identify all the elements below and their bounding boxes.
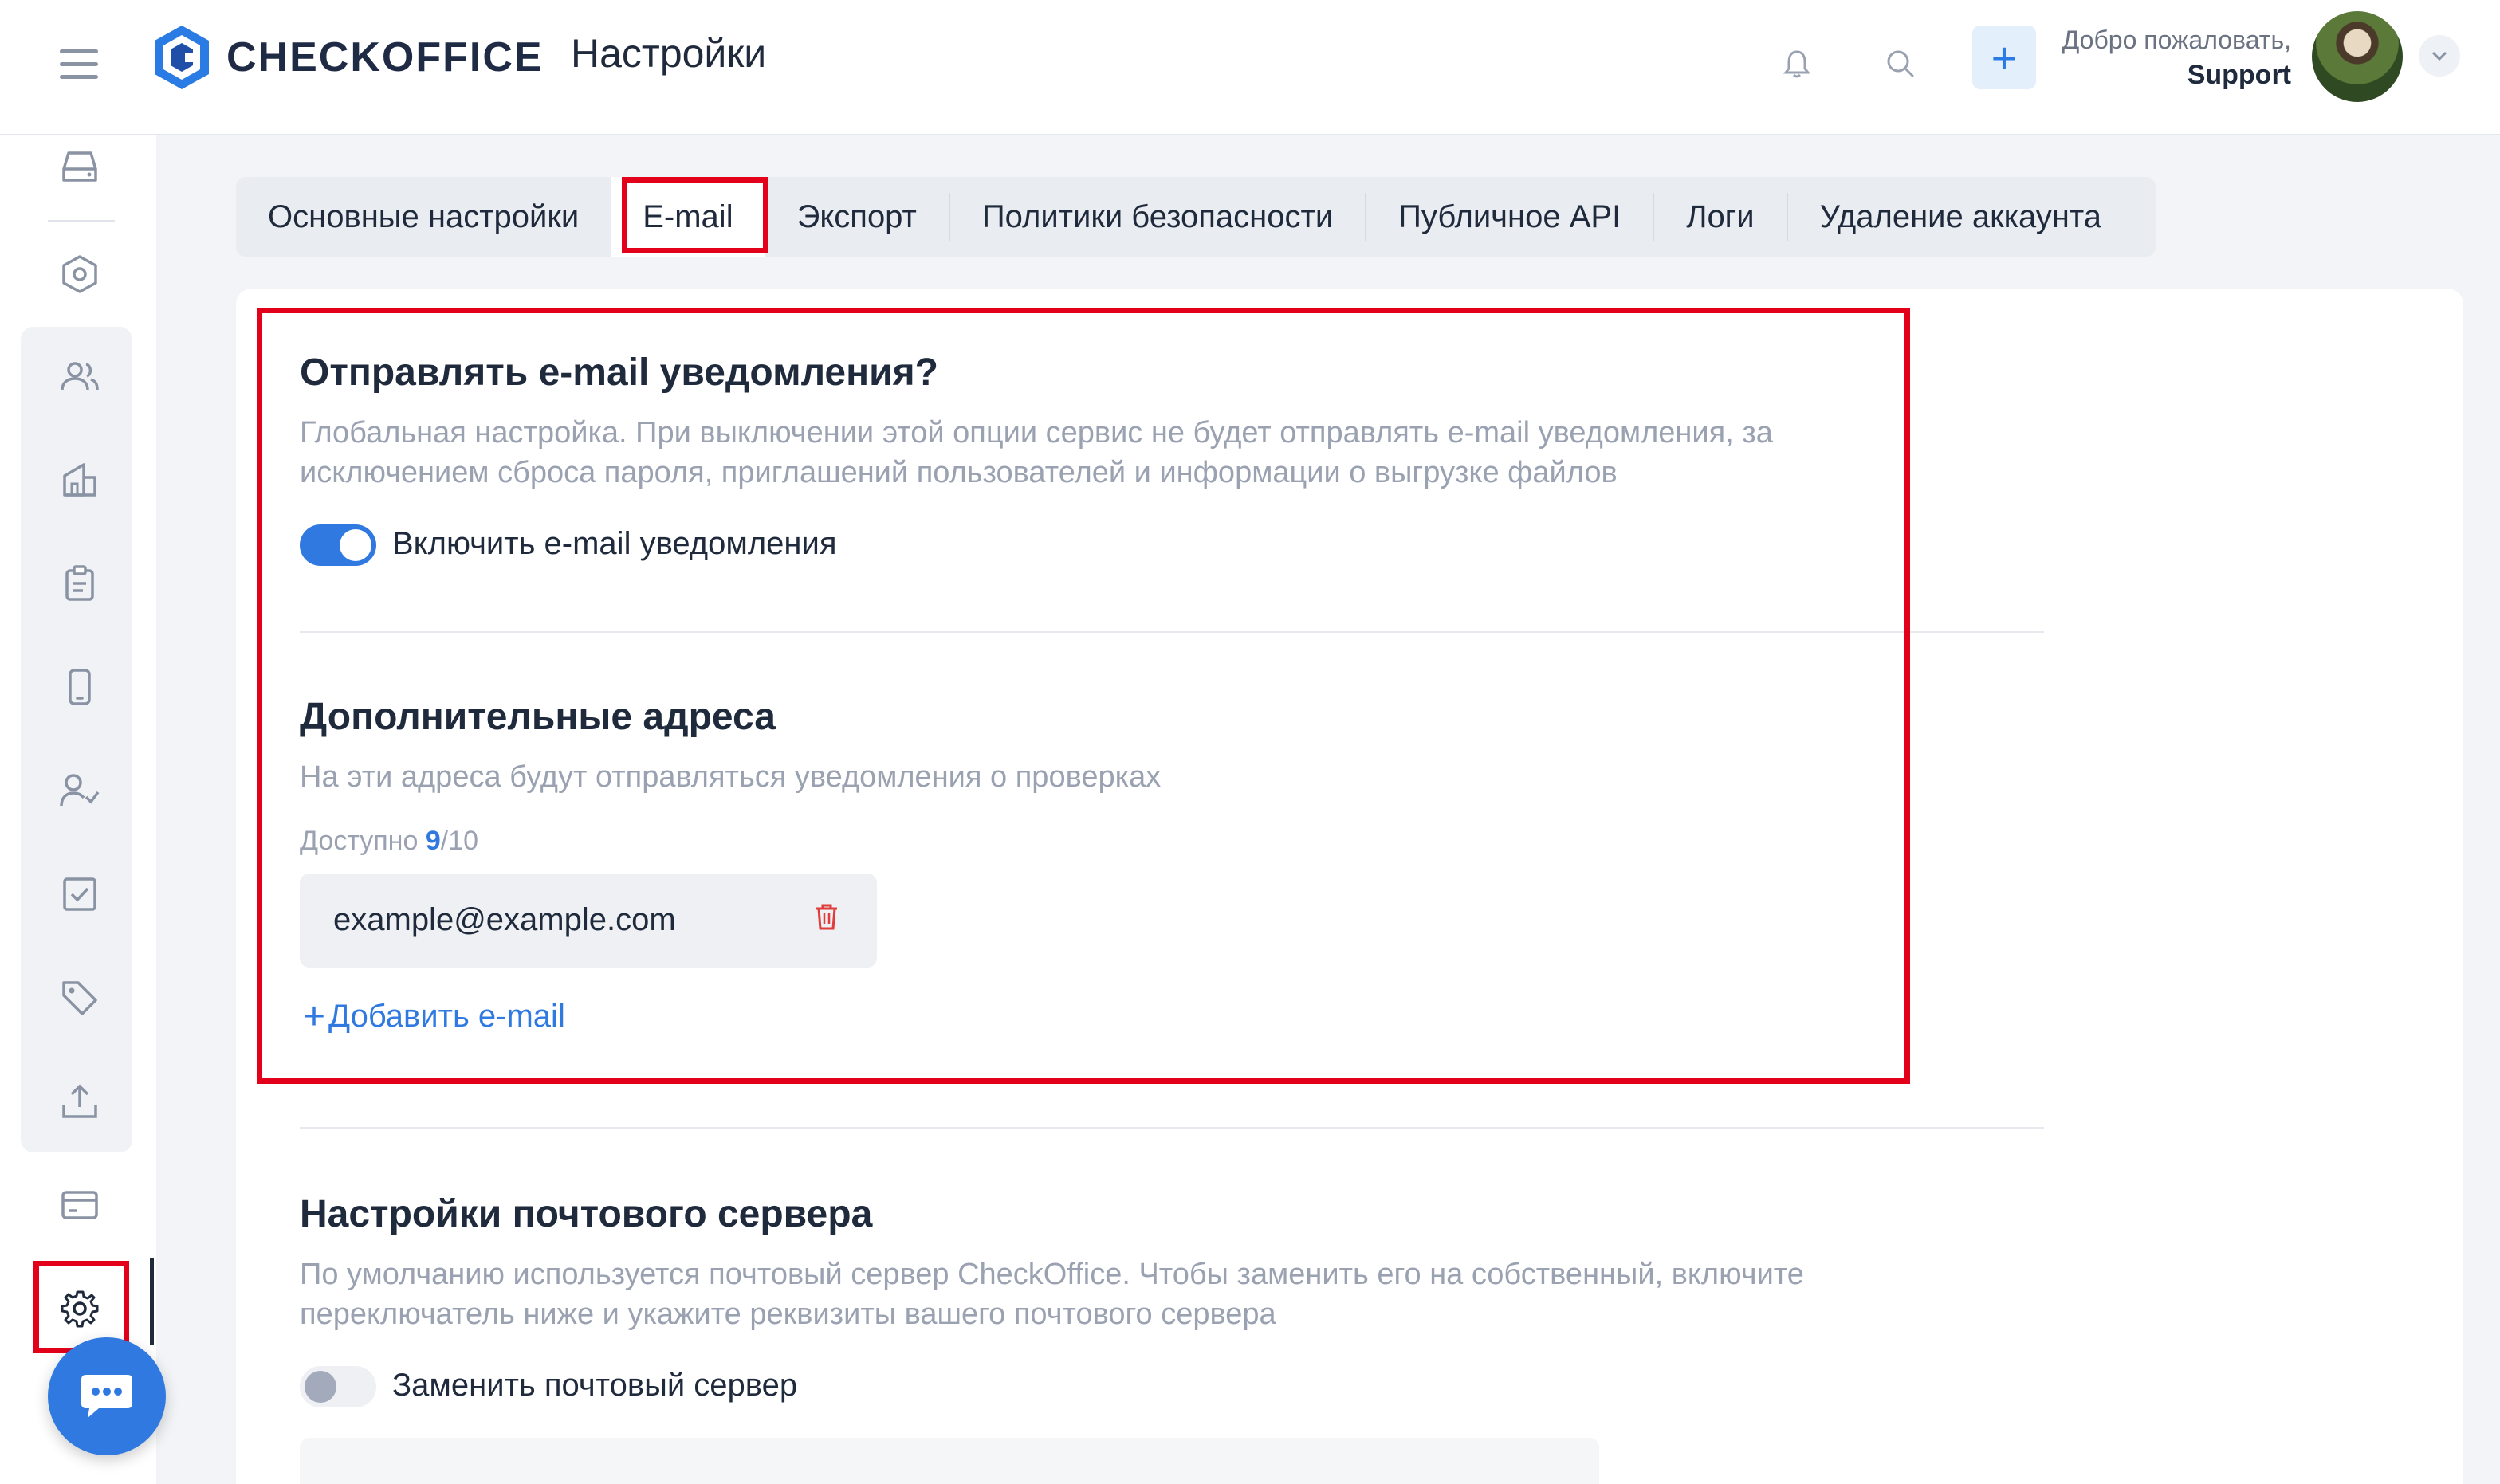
toggle-knob <box>340 529 371 561</box>
chevron-down-icon[interactable] <box>2419 35 2460 77</box>
extra-addresses-title: Дополнительные адреса <box>300 696 776 738</box>
menu-icon[interactable] <box>56 41 102 88</box>
tab-main-settings[interactable]: Основные настройки <box>236 177 611 257</box>
add-email-link[interactable]: + Добавить e-mail <box>303 995 565 1038</box>
mail-server-toggle[interactable] <box>300 1366 376 1407</box>
tab-export[interactable]: Экспорт <box>765 177 949 257</box>
logo-text: CHECKOFFICE <box>226 34 544 80</box>
section-divider <box>300 631 2044 633</box>
section-divider <box>300 1127 2044 1129</box>
checkbox-icon[interactable] <box>48 862 112 926</box>
mail-server-description: По умолчанию используется почтовый серве… <box>300 1258 1804 1331</box>
mail-server-toggle-label: Заменить почтовый сервер <box>392 1368 798 1403</box>
building-icon[interactable] <box>48 448 112 512</box>
logo[interactable]: CHECKOFFICE <box>151 24 544 91</box>
users-icon[interactable] <box>48 344 112 408</box>
user-name: Support <box>2187 60 2291 90</box>
extra-addresses-description: На эти адреса будут отправляться уведомл… <box>300 760 1162 794</box>
tab-email[interactable]: E-mail <box>611 177 765 257</box>
available-counter: Доступно 9/10 <box>300 826 478 857</box>
mail-server-fields <box>300 1438 1599 1484</box>
notifications-title: Отправлять e-mail уведомления? <box>300 351 938 394</box>
email-notifications-label: Включить e-mail уведомления <box>392 526 837 561</box>
tag-icon[interactable] <box>48 966 112 1030</box>
clipboard-icon[interactable] <box>48 552 112 615</box>
email-address: example@example.com <box>333 902 676 937</box>
upload-icon[interactable] <box>48 1070 112 1133</box>
top-bar: CHECKOFFICE Настройки + Добро пожаловать… <box>0 0 2500 135</box>
toggle-knob <box>305 1371 336 1403</box>
email-entry: example@example.com <box>300 874 877 968</box>
page-title: Настройки <box>571 31 767 76</box>
tab-delete-account[interactable]: Удаление аккаунта <box>1788 177 2133 257</box>
mail-server-title: Настройки почтового сервера <box>300 1193 873 1235</box>
tab-security-policies[interactable]: Политики безопасности <box>950 177 1365 257</box>
avatar[interactable] <box>2312 11 2403 102</box>
email-notifications-toggle[interactable] <box>300 524 376 566</box>
plus-icon: + <box>303 995 326 1038</box>
logo-icon <box>155 26 209 89</box>
trash-icon[interactable] <box>815 902 847 937</box>
settings-tabs: Основные настройки E-mail Экспорт Полити… <box>236 177 2156 257</box>
user-greeting: Добро пожаловать, Support <box>2062 22 2291 92</box>
welcome-text: Добро пожаловать, <box>2062 26 2291 54</box>
available-count: 9 <box>425 826 441 856</box>
mobile-icon[interactable] <box>48 655 112 719</box>
gear-icon[interactable] <box>48 1277 112 1341</box>
notifications-description: Глобальная настройка. При выключении это… <box>300 416 1773 489</box>
tab-public-api[interactable]: Публичное API <box>1366 177 1653 257</box>
add-button[interactable]: + <box>1972 26 2036 89</box>
storage-icon[interactable] <box>48 135 112 199</box>
hexagon-settings-icon[interactable] <box>48 242 112 306</box>
available-total: /10 <box>440 826 479 856</box>
add-email-label: Добавить e-mail <box>328 999 565 1034</box>
bell-icon[interactable] <box>1765 32 1829 96</box>
sidebar <box>0 135 156 1484</box>
user-check-icon[interactable] <box>48 759 112 822</box>
card-icon[interactable] <box>48 1173 112 1237</box>
search-icon[interactable] <box>1869 32 1932 96</box>
chat-icon[interactable] <box>48 1337 166 1455</box>
tab-logs[interactable]: Логи <box>1654 177 1786 257</box>
active-indicator <box>150 1258 154 1345</box>
sidebar-divider <box>48 220 115 222</box>
available-label: Доступно <box>300 826 426 856</box>
